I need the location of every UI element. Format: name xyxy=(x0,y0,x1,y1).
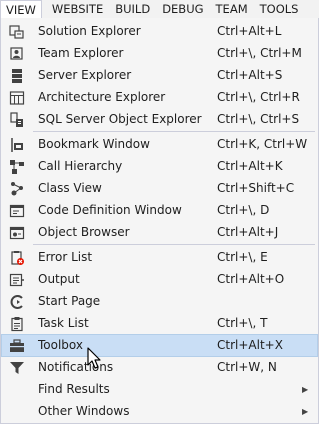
menu-debug[interactable]: DEBUG xyxy=(156,0,209,18)
class-view-icon xyxy=(9,181,25,197)
submenu-arrow-icon: ▶ xyxy=(302,385,309,394)
menu-tools[interactable]: TOOLS xyxy=(254,0,305,18)
menu-item-task-list[interactable]: Task List Ctrl+\, T xyxy=(2,313,317,334)
menu-item-output[interactable]: Output Ctrl+Alt+O xyxy=(2,269,317,290)
menu-item-server-explorer[interactable]: Server Explorer Ctrl+Alt+S xyxy=(2,65,317,86)
menu-item-error-list[interactable]: Error List Ctrl+\, E xyxy=(2,247,317,268)
call-hierarchy-icon xyxy=(9,159,25,175)
menu-item-shortcut: Ctrl+Alt+X xyxy=(217,338,283,352)
menu-item-label: Call Hierarchy xyxy=(38,159,123,173)
view-menu-dropdown: Solution Explorer Ctrl+Alt+L Team Explor… xyxy=(0,18,319,424)
toolbox-icon xyxy=(9,338,25,354)
solution-explorer-icon xyxy=(9,24,25,40)
menu-item-start-page[interactable]: Start Page xyxy=(2,291,317,312)
menu-build[interactable]: BUILD xyxy=(109,0,156,18)
menu-item-label: Solution Explorer xyxy=(38,24,141,38)
menu-item-toolbox[interactable]: Toolbox Ctrl+Alt+X xyxy=(1,334,318,357)
menu-separator xyxy=(33,131,315,132)
menu-item-shortcut: Ctrl+\, Ctrl+M xyxy=(217,46,302,60)
menu-item-shortcut: Ctrl+Alt+S xyxy=(217,68,283,82)
start-page-icon xyxy=(9,294,25,310)
menu-item-label: Code Definition Window xyxy=(38,203,182,217)
menu-item-sql-server-object-explorer[interactable]: SQL Server Object Explorer Ctrl+\, Ctrl+… xyxy=(2,109,317,130)
menu-team[interactable]: TEAM xyxy=(210,0,254,18)
menu-item-team-explorer[interactable]: Team Explorer Ctrl+\, Ctrl+M xyxy=(2,43,317,64)
menu-item-label: Output xyxy=(38,272,80,286)
menu-item-shortcut: Ctrl+Alt+J xyxy=(217,225,279,239)
menu-separator xyxy=(33,244,315,245)
menu-item-label: Class View xyxy=(38,181,102,195)
menu-item-label: Error List xyxy=(38,250,93,264)
menu-item-label: Start Page xyxy=(38,294,101,308)
menu-bar: VIEW WEBSITE BUILD DEBUG TEAM TOOLS xyxy=(0,0,319,20)
submenu-arrow-icon: ▶ xyxy=(302,407,309,416)
menu-item-shortcut: Ctrl+\, Ctrl+R xyxy=(217,90,300,104)
output-icon xyxy=(9,272,25,288)
menu-item-shortcut: Ctrl+\, E xyxy=(217,250,268,264)
code-definition-icon xyxy=(9,203,25,219)
team-explorer-icon xyxy=(9,46,25,62)
menu-item-shortcut: Ctrl+W, N xyxy=(217,360,277,374)
notifications-icon xyxy=(9,360,25,376)
menu-item-shortcut: Ctrl+Shift+C xyxy=(217,181,295,195)
menu-item-shortcut: Ctrl+\, Ctrl+S xyxy=(217,112,300,126)
menu-item-shortcut: Ctrl+Alt+K xyxy=(217,159,283,173)
sql-server-icon xyxy=(9,112,25,128)
menu-item-architecture-explorer[interactable]: Architecture Explorer Ctrl+\, Ctrl+R xyxy=(2,87,317,108)
menu-item-bookmark-window[interactable]: Bookmark Window Ctrl+K, Ctrl+W xyxy=(2,134,317,155)
menu-item-label: Architecture Explorer xyxy=(38,90,166,104)
menu-item-other-windows[interactable]: Other Windows ▶ xyxy=(2,401,317,422)
menu-item-label: Toolbox xyxy=(38,338,83,352)
task-list-icon xyxy=(9,316,25,332)
menu-item-label: Task List xyxy=(38,316,89,330)
menu-item-code-definition-window[interactable]: Code Definition Window Ctrl+\, D xyxy=(2,200,317,221)
menu-item-shortcut: Ctrl+\, D xyxy=(217,203,270,217)
menu-website[interactable]: WEBSITE xyxy=(46,0,109,18)
menu-item-label: SQL Server Object Explorer xyxy=(38,112,202,126)
menu-item-shortcut: Ctrl+Alt+L xyxy=(217,24,282,38)
menu-item-shortcut: Ctrl+\, T xyxy=(217,316,268,330)
mouse-cursor-icon xyxy=(87,347,101,369)
menu-item-find-results[interactable]: Find Results ▶ xyxy=(2,379,317,400)
menu-item-label: Server Explorer xyxy=(38,68,132,82)
menu-item-shortcut: Ctrl+Alt+O xyxy=(217,272,285,286)
menu-item-label: Find Results xyxy=(38,382,110,396)
menu-item-label: Object Browser xyxy=(38,225,130,239)
menu-item-class-view[interactable]: Class View Ctrl+Shift+C xyxy=(2,178,317,199)
menu-item-shortcut: Ctrl+K, Ctrl+W xyxy=(217,137,308,151)
menu-view[interactable]: VIEW xyxy=(0,0,42,20)
menu-item-object-browser[interactable]: Object Browser Ctrl+Alt+J xyxy=(2,222,317,243)
architecture-explorer-icon xyxy=(9,90,25,106)
menu-item-call-hierarchy[interactable]: Call Hierarchy Ctrl+Alt+K xyxy=(2,156,317,177)
bookmark-icon xyxy=(9,137,25,153)
menu-item-label: Team Explorer xyxy=(38,46,124,60)
server-explorer-icon xyxy=(9,68,25,84)
object-browser-icon xyxy=(9,225,25,241)
error-list-icon xyxy=(9,250,25,266)
menu-item-solution-explorer[interactable]: Solution Explorer Ctrl+Alt+L xyxy=(2,21,317,42)
menu-item-label: Other Windows xyxy=(38,404,130,418)
menu-item-notifications[interactable]: Notifications Ctrl+W, N xyxy=(2,357,317,378)
menu-item-label: Bookmark Window xyxy=(38,137,150,151)
